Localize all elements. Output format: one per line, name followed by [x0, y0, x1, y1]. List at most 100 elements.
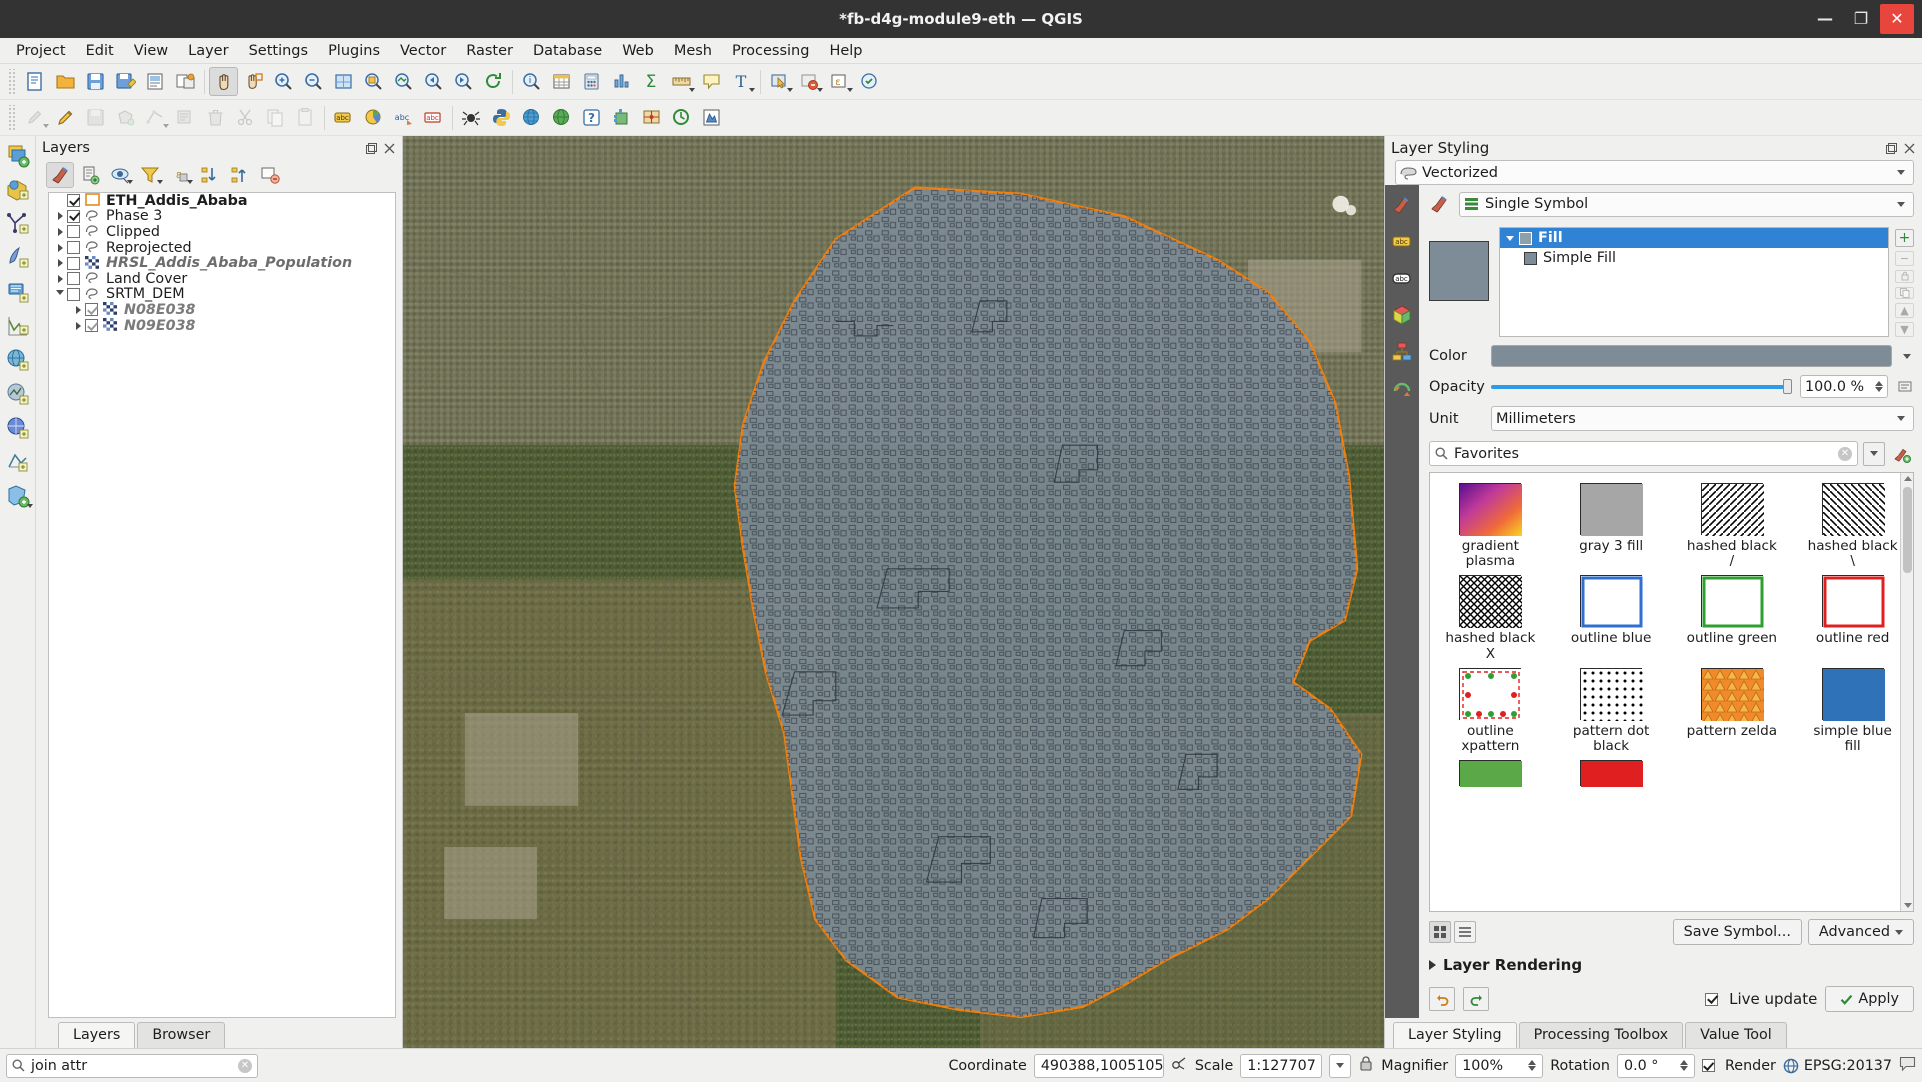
opacity-value-input[interactable]: 100.0 %: [1800, 375, 1888, 398]
toolbar-grip[interactable]: [7, 68, 17, 95]
open-project-icon[interactable]: [51, 67, 80, 96]
style-manager-icon[interactable]: [1890, 442, 1914, 466]
symbol-grid-scrollbar[interactable]: [1900, 473, 1913, 911]
copy-features-icon[interactable]: [261, 103, 290, 132]
toolbar-grip-2[interactable]: [7, 104, 17, 131]
python-console-icon[interactable]: [487, 103, 516, 132]
chevron-down-icon-unit[interactable]: [1897, 416, 1905, 421]
rotation-spinner[interactable]: [1679, 1060, 1688, 1071]
menu-processing[interactable]: Processing: [722, 40, 819, 62]
symbol-library-item[interactable]: pattern dot black: [1551, 667, 1672, 754]
zoom-to-layer-icon[interactable]: [389, 67, 418, 96]
undo-icon[interactable]: [1429, 987, 1455, 1011]
opacity-data-defined-icon[interactable]: [1896, 377, 1914, 396]
expander-open-icon[interactable]: [53, 287, 67, 301]
close-button[interactable]: ✕: [1880, 4, 1914, 34]
delete-selected-icon[interactable]: [201, 103, 230, 132]
minimize-button[interactable]: —: [1808, 4, 1842, 34]
layer-row-clipped[interactable]: Clipped: [49, 224, 395, 240]
layer-checkbox[interactable]: [85, 303, 98, 317]
tab-browser[interactable]: Browser: [137, 1022, 226, 1048]
zoom-out-icon[interactable]: [299, 67, 328, 96]
menu-layer[interactable]: Layer: [178, 40, 238, 62]
spider-plugin-icon[interactable]: [457, 103, 486, 132]
add-spatialite-layer-icon[interactable]: [2, 242, 34, 274]
layer-checkbox[interactable]: [67, 209, 80, 223]
zoom-next-icon[interactable]: [449, 67, 478, 96]
toggle-extents-icon[interactable]: [1171, 1055, 1188, 1076]
layer-row-land-cover[interactable]: Land Cover: [49, 271, 395, 287]
zoom-in-icon[interactable]: [269, 67, 298, 96]
chevron-down-icon-7[interactable]: [163, 124, 169, 128]
undock-icon[interactable]: [364, 141, 378, 155]
symbol-library-item[interactable]: outline xpattern: [1430, 667, 1551, 754]
plugin-manager-icon[interactable]: [607, 103, 636, 132]
remove-layer-icon[interactable]: [256, 162, 284, 188]
layer-checkbox[interactable]: [67, 241, 80, 255]
menu-edit[interactable]: Edit: [76, 40, 124, 62]
layer-row-n09e038[interactable]: N09E038: [49, 318, 395, 334]
clear-search-icon[interactable]: ✕: [1838, 446, 1852, 461]
color-swatch-button[interactable]: [1491, 345, 1892, 367]
tab-layers[interactable]: Layers: [58, 1022, 136, 1048]
add-symbol-layer-button[interactable]: +: [1895, 229, 1914, 247]
expand-all-icon[interactable]: [196, 162, 224, 188]
expression-filter-icon[interactable]: ε: [166, 162, 194, 188]
chevron-down-icon-filter[interactable]: [157, 180, 163, 184]
symbol-library-item[interactable]: hashed black X: [1430, 575, 1551, 661]
save-layer-edits-icon[interactable]: [81, 103, 110, 132]
current-edits-icon[interactable]: [21, 103, 50, 132]
crs-status[interactable]: EPSG:20137: [1783, 1058, 1892, 1074]
refresh-icon[interactable]: [479, 67, 508, 96]
diagrams-icon[interactable]: [1389, 339, 1415, 365]
new-shapefile-layer-icon[interactable]: [2, 480, 34, 512]
renderer-type-combo[interactable]: Single Symbol: [1459, 191, 1914, 217]
move-symbol-layer-up-button[interactable]: ▲: [1895, 303, 1914, 318]
zoom-full-icon[interactable]: [329, 67, 358, 96]
locator-clear-icon[interactable]: ✕: [238, 1058, 252, 1073]
symbology-icon[interactable]: [1389, 191, 1415, 217]
layer-checkbox[interactable]: [67, 225, 80, 239]
layer-checkbox[interactable]: [67, 272, 80, 286]
menu-web[interactable]: Web: [612, 40, 664, 62]
vertex-tool-icon[interactable]: [141, 103, 170, 132]
add-raster-layer-icon[interactable]: [2, 174, 34, 206]
chevron-down-icon-3[interactable]: [787, 88, 793, 92]
value-tool-icon[interactable]: [697, 103, 726, 132]
add-wfs-layer-icon[interactable]: [2, 412, 34, 444]
symbol-library-item[interactable]: [1551, 760, 1672, 788]
layer-diagram-icon[interactable]: [359, 103, 388, 132]
render-checkbox[interactable]: Render: [1701, 1058, 1776, 1074]
chevron-down-icon-rail[interactable]: [26, 504, 33, 508]
expander-closed-icon[interactable]: [53, 209, 67, 223]
messages-log-icon[interactable]: [1899, 1055, 1916, 1076]
expander-closed-icon[interactable]: [53, 256, 67, 270]
symbol-layer-tree[interactable]: Fill Simple Fill: [1499, 227, 1889, 337]
qfield-sync-icon[interactable]: [667, 103, 696, 132]
lock-scale-icon[interactable]: [1358, 1055, 1374, 1076]
rotation-input[interactable]: 0.0 °: [1616, 1053, 1695, 1078]
add-mesh-layer-icon[interactable]: [2, 446, 34, 478]
zoom-last-icon[interactable]: [419, 67, 448, 96]
advanced-button[interactable]: Advanced: [1807, 919, 1914, 945]
symbol-library-item[interactable]: hashed black /: [1672, 483, 1793, 569]
symbol-library-item[interactable]: pattern zelda: [1672, 667, 1793, 754]
layer-checkbox[interactable]: [67, 256, 80, 270]
chevron-down-icon-scale[interactable]: [1336, 1063, 1345, 1068]
scroll-down-icon[interactable]: [1903, 903, 1912, 908]
chevron-down-icon[interactable]: [689, 88, 695, 92]
new-text-annotation-icon[interactable]: T: [727, 67, 756, 96]
menu-raster[interactable]: Raster: [456, 40, 523, 62]
georeferencer-icon[interactable]: [637, 103, 666, 132]
magnifier-input[interactable]: 100%: [1455, 1053, 1544, 1078]
maximize-button[interactable]: ❐: [1844, 4, 1878, 34]
redo-icon[interactable]: [1463, 987, 1489, 1011]
save-project-icon[interactable]: [81, 67, 110, 96]
symbol-library-grid[interactable]: gradient plasma gray 3 fill hashed black /…: [1429, 472, 1914, 912]
scale-dropdown[interactable]: [1329, 1053, 1352, 1078]
symbol-library-item[interactable]: [1430, 760, 1551, 788]
pan-map-icon[interactable]: [209, 67, 238, 96]
opacity-spinner-arrows[interactable]: [1875, 381, 1883, 392]
sum-icon[interactable]: Σ: [637, 67, 666, 96]
measure-icon[interactable]: [667, 67, 696, 96]
